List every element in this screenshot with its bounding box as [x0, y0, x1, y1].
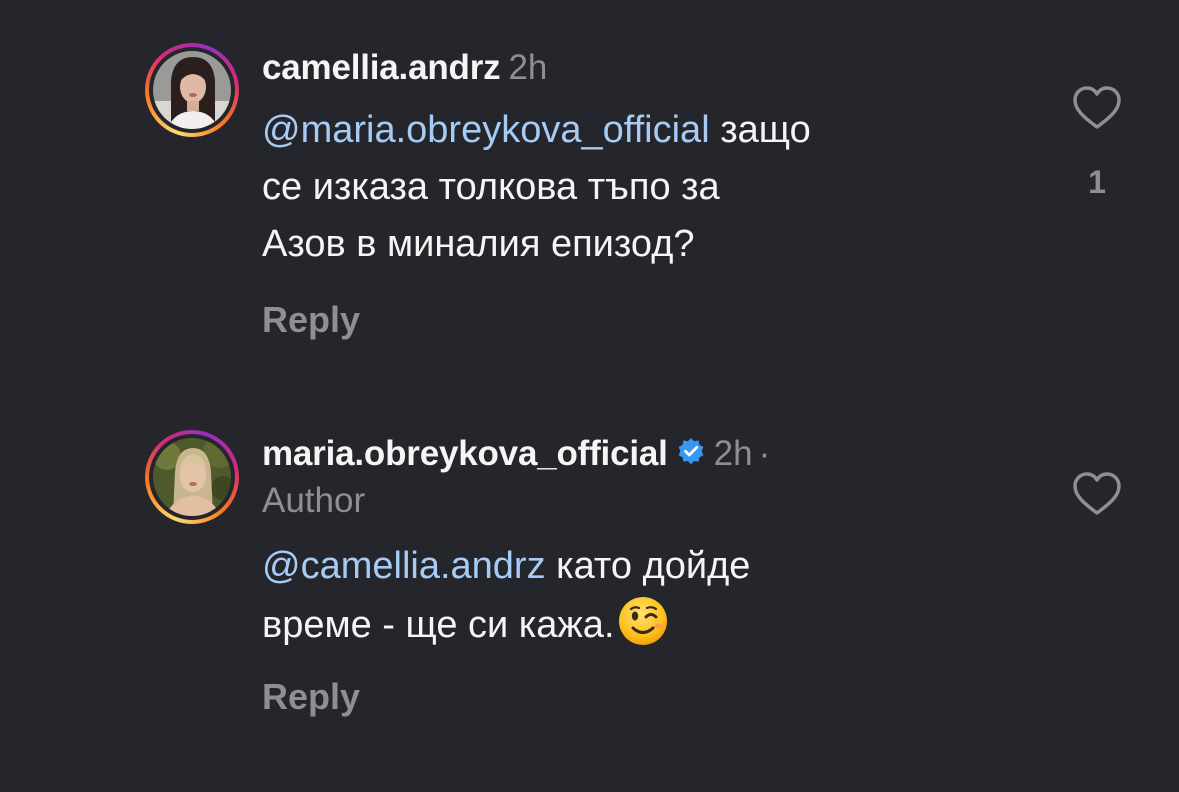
- comment-text-line: се изказа толкова тъпо за: [262, 166, 720, 208]
- author-label: Author: [262, 481, 366, 520]
- comment-text-line: като дойде: [545, 545, 751, 587]
- avatar: [153, 438, 231, 516]
- comment-text: @camellia.andrz като дойде време - ще си…: [262, 538, 1022, 664]
- comment-text-line: Азов в миналия епизод?: [262, 223, 695, 265]
- separator-dot: ·: [758, 434, 771, 473]
- reply-button[interactable]: Reply: [262, 677, 360, 717]
- avatar-story-ring[interactable]: [145, 43, 239, 137]
- username[interactable]: maria.obreykova_official: [262, 434, 668, 473]
- mention-link[interactable]: @camellia.andrz: [262, 545, 546, 587]
- comment-text-line: защо: [709, 109, 811, 151]
- timestamp: 2h: [508, 48, 548, 87]
- heart-icon[interactable]: [1072, 85, 1122, 131]
- reply-button[interactable]: Reply: [262, 300, 360, 340]
- avatar-story-ring[interactable]: [145, 430, 239, 524]
- comment-text: @maria.obreykova_official защо се изказа…: [262, 102, 1022, 273]
- username[interactable]: camellia.andrz: [262, 48, 501, 87]
- mention-link[interactable]: @maria.obreykova_official: [262, 109, 710, 151]
- comment-header: camellia.andrz 2h: [262, 48, 547, 88]
- comment-text-line: време - ще си кажа.: [262, 604, 615, 646]
- heart-icon[interactable]: [1072, 471, 1122, 517]
- avatar: [153, 51, 231, 129]
- timestamp: 2h: [713, 434, 753, 473]
- verified-badge-icon: [676, 436, 706, 476]
- like-count: 1: [1088, 164, 1106, 200]
- winking-face-emoji-icon: [617, 595, 669, 664]
- comment-header: maria.obreykova_official 2h ·: [262, 434, 770, 476]
